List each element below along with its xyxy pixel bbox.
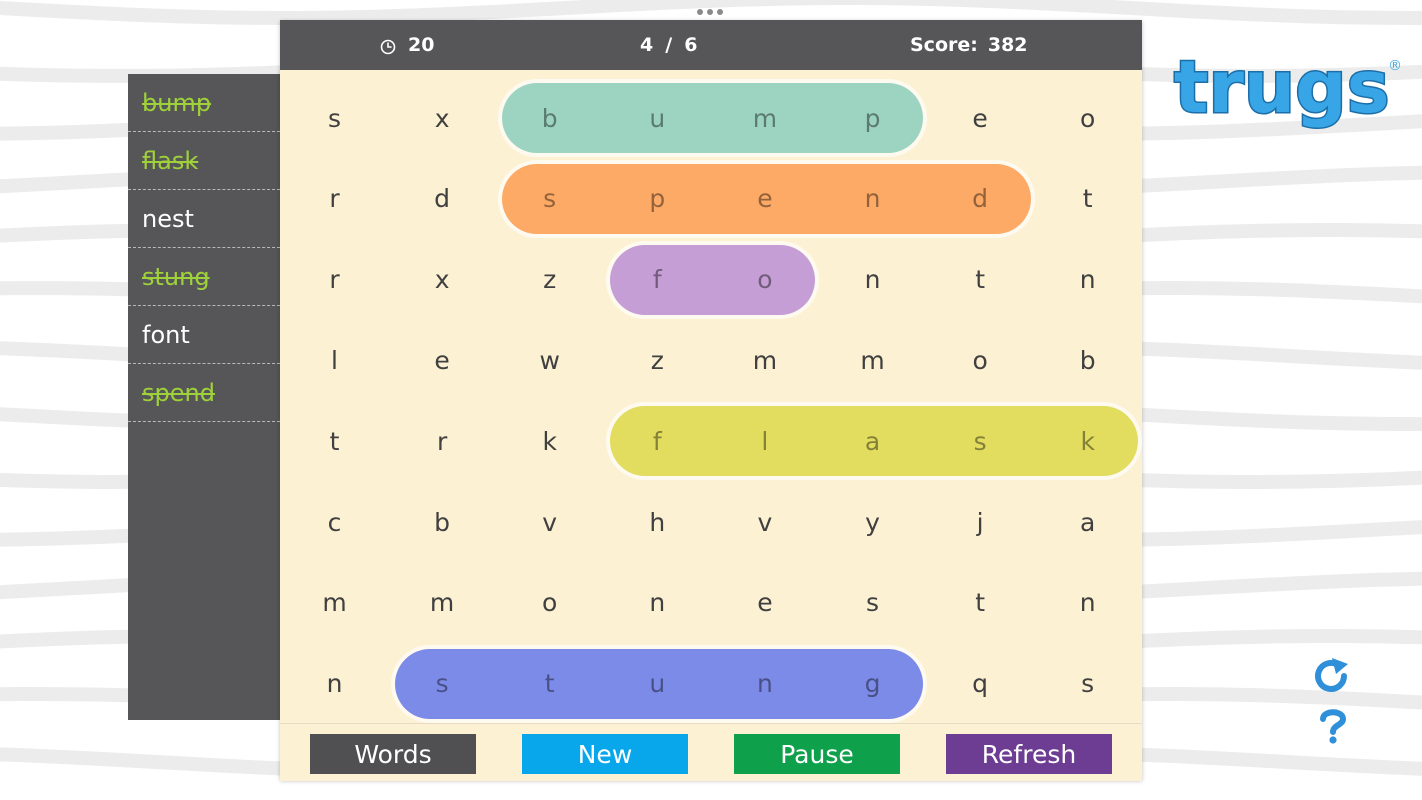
word-item-nest[interactable]: nest [128, 190, 280, 248]
grid-cell[interactable]: m [281, 573, 388, 633]
grid-cell[interactable]: r [389, 411, 496, 471]
grid-cell[interactable]: x [389, 88, 496, 148]
grid-cell[interactable]: r [281, 250, 388, 310]
grid-cell[interactable]: e [389, 330, 496, 390]
grid-cell[interactable]: o [1034, 88, 1141, 148]
word-item-flask[interactable]: flask [128, 132, 280, 190]
grid-cell[interactable]: n [281, 654, 388, 714]
grid-cell[interactable]: j [927, 492, 1034, 552]
help-icon[interactable] [1316, 708, 1350, 744]
letter-grid: sxbumpeordspendtrxzfontnlewzmmobtrkflask… [280, 20, 1142, 780]
grid-cell[interactable]: p [604, 169, 711, 229]
grid-cell[interactable]: a [819, 411, 926, 471]
new-button[interactable]: New [522, 734, 688, 774]
grid-cell[interactable]: s [819, 573, 926, 633]
grid-cell[interactable]: k [1034, 411, 1141, 471]
grid-cell[interactable]: f [604, 250, 711, 310]
grid-cell[interactable]: t [1034, 169, 1141, 229]
grid-cell[interactable]: q [927, 654, 1034, 714]
grid-cell[interactable]: g [819, 654, 926, 714]
grid-cell[interactable]: w [496, 330, 603, 390]
word-item-stung[interactable]: stung [128, 248, 280, 306]
grid-cell[interactable]: t [496, 654, 603, 714]
grid-cell[interactable]: n [819, 169, 926, 229]
grid-cell[interactable]: m [711, 330, 818, 390]
grid-cell[interactable]: o [496, 573, 603, 633]
grid-cell[interactable]: n [711, 654, 818, 714]
grid-cell[interactable]: s [389, 654, 496, 714]
grid-cell[interactable]: o [711, 250, 818, 310]
grid-cell[interactable]: n [1034, 573, 1141, 633]
word-item-spend[interactable]: spend [128, 364, 280, 422]
grid-cell[interactable]: b [389, 492, 496, 552]
grid-cell[interactable]: u [604, 88, 711, 148]
grid-cell[interactable]: l [281, 330, 388, 390]
grid-cell[interactable]: x [389, 250, 496, 310]
grid-cell[interactable]: z [604, 330, 711, 390]
refresh-icon[interactable] [1310, 656, 1354, 696]
trugs-logo: trugs ® [1173, 44, 1403, 131]
grid-cell[interactable]: f [604, 411, 711, 471]
grid-cell[interactable]: b [1034, 330, 1141, 390]
grid-cell[interactable]: s [281, 88, 388, 148]
grid-cell[interactable]: s [1034, 654, 1141, 714]
grid-cell[interactable]: r [281, 169, 388, 229]
refresh-button[interactable]: Refresh [946, 734, 1112, 774]
grid-cell[interactable]: k [496, 411, 603, 471]
game-board: 20 4 / 6 Score: 382 sxbumpeordspendtrxzf… [280, 20, 1142, 781]
grid-cell[interactable]: s [927, 411, 1034, 471]
word-list-panel: bump flask nest stung font spend [128, 74, 280, 720]
word-item-bump[interactable]: bump [128, 74, 280, 132]
grid-cell[interactable]: z [496, 250, 603, 310]
grid-cell[interactable]: t [927, 250, 1034, 310]
grid-cell[interactable]: d [389, 169, 496, 229]
word-item-font[interactable]: font [128, 306, 280, 364]
grid-cell[interactable]: h [604, 492, 711, 552]
grid-cell[interactable]: s [496, 169, 603, 229]
grid-cell[interactable]: n [1034, 250, 1141, 310]
grid-cell[interactable]: e [711, 169, 818, 229]
grid-cell[interactable]: m [819, 330, 926, 390]
grid-cell[interactable]: o [927, 330, 1034, 390]
grid-cell[interactable]: u [604, 654, 711, 714]
grid-cell[interactable]: b [496, 88, 603, 148]
grid-cell[interactable]: n [819, 250, 926, 310]
grid-cell[interactable]: m [711, 88, 818, 148]
more-dots-icon[interactable] [697, 9, 723, 15]
grid-cell[interactable]: a [1034, 492, 1141, 552]
logo-text: trugs [1174, 45, 1390, 129]
grid-cell[interactable]: e [711, 573, 818, 633]
grid-cell[interactable]: t [281, 411, 388, 471]
grid-cell[interactable]: t [927, 573, 1034, 633]
grid-cell[interactable]: l [711, 411, 818, 471]
registered-mark: ® [1388, 58, 1402, 74]
grid-cell[interactable]: p [819, 88, 926, 148]
grid-cell[interactable]: v [496, 492, 603, 552]
words-button[interactable]: Words [310, 734, 476, 774]
grid-cell[interactable]: n [604, 573, 711, 633]
grid-cell[interactable]: c [281, 492, 388, 552]
grid-cell[interactable]: d [927, 169, 1034, 229]
pause-button[interactable]: Pause [734, 734, 900, 774]
button-bar: Words New Pause Refresh [280, 723, 1142, 781]
grid-cell[interactable]: m [389, 573, 496, 633]
grid-cell[interactable]: y [819, 492, 926, 552]
grid-cell[interactable]: v [711, 492, 818, 552]
grid-cell[interactable]: e [927, 88, 1034, 148]
